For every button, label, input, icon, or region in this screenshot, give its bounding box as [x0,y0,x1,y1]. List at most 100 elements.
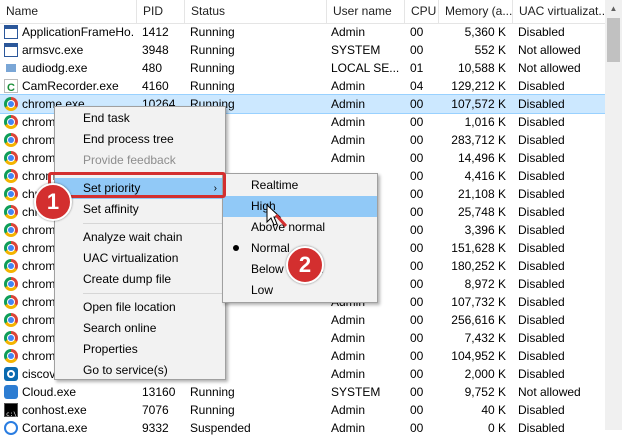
menu-item-set-affinity[interactable]: Set affinity [55,199,225,220]
menu-item-high[interactable]: High [223,196,377,217]
column-header-col-cpu[interactable]: CPU [404,0,438,23]
row-name: conhost.exe [22,403,87,417]
row-uac: Disabled [518,115,565,129]
column-header-col-uac[interactable]: UAC virtualizat... [512,0,605,23]
row-status: Running [190,25,235,39]
menu-item-create-dump-file[interactable]: Create dump file [55,269,225,290]
row-uac: Not allowed [518,385,581,399]
row-cpu: 00 [410,277,424,291]
audio-icon [4,61,18,75]
row-cpu: 00 [410,151,424,165]
row-status: Running [190,385,235,399]
table-row[interactable]: conhost.exe 7076 Running Admin 00 40 K Disable… [0,401,605,424]
row-status: Suspended [190,421,251,435]
row-name: audiodg.exe [22,61,88,75]
row-user: LOCAL SE... [331,61,400,75]
row-memory: 1,016 K [464,115,506,129]
menu-item-label: Analyze wait chain [83,230,183,244]
menu-item-label: Above normal [251,220,326,234]
row-uac: Disabled [518,367,565,381]
row-cpu: 01 [410,61,424,75]
row-user: Admin [331,421,366,435]
column-header-col-name[interactable]: Name [0,0,136,23]
row-cpu: 00 [410,133,424,147]
row-uac: Disabled [518,187,565,201]
row-memory: 9,752 K [464,385,506,399]
menu-item-end-process-tree[interactable]: End process tree [55,129,225,150]
row-memory: 0 K [487,421,506,435]
chrome-icon [4,313,18,327]
chrome-icon [4,241,18,255]
row-pid: 480 [142,61,163,75]
row-uac: Disabled [518,349,565,363]
column-header-col-user[interactable]: User name [326,0,404,23]
row-uac: Disabled [518,97,565,111]
table-row[interactable]: Cortana.exe 9332 Suspended Admin 00 0 K Disabl… [0,419,605,437]
menu-item-realtime[interactable]: Realtime [223,175,377,196]
row-memory: 7,432 K [464,331,506,345]
row-name: armsvc.exe [22,43,84,57]
menu-item-properties[interactable]: Properties [55,339,225,360]
menu-item-uac-virtualization[interactable]: UAC virtualization [55,248,225,269]
row-user: Admin [331,349,366,363]
table-row[interactable]: CamRecorder.exe 4160 Running Admin 04 129,212… [0,77,605,97]
row-uac: Disabled [518,295,565,309]
row-user: Admin [331,151,366,165]
cortana-icon [4,421,18,435]
column-header-col-pid[interactable]: PID [136,0,184,23]
row-uac: Not allowed [518,43,581,57]
scroll-up-arrow-icon[interactable]: ▲ [605,0,622,17]
row-uac: Disabled [518,169,565,183]
table-row[interactable]: Cloud.exe 13160 Running SYSTEM 00 9,752 K Not … [0,383,605,401]
row-pid: 1412 [142,25,169,39]
vertical-scrollbar[interactable]: ▲ [605,0,622,430]
row-status: Running [190,79,235,93]
row-cpu: 04 [410,79,424,93]
row-uac: Disabled [518,259,565,273]
row-memory: 14,496 K [457,151,506,165]
menu-item-above-normal[interactable]: Above normal [223,217,377,238]
row-uac: Disabled [518,205,565,219]
chrome-icon [4,259,18,273]
menu-item-label: Search online [83,321,157,335]
radio-check-icon [233,245,239,251]
row-memory: 129,212 K [451,79,506,93]
menu-item-analyze-wait-chain[interactable]: Analyze wait chain [55,227,225,248]
step-1-badge: 1 [34,183,72,221]
menu-separator [83,223,223,224]
row-uac: Disabled [518,151,565,165]
table-row[interactable]: armsvc.exe 3948 Running SYSTEM 00 552 K Not al… [0,41,605,59]
row-cpu: 00 [410,385,424,399]
table-row[interactable]: ApplicationFrameHo... 1412 Running Admin 00 5… [0,23,605,41]
row-memory: 5,360 K [464,25,506,39]
row-memory: 25,748 K [457,205,506,219]
row-cpu: 00 [410,115,424,129]
menu-item-label: Properties [83,342,138,356]
column-header-col-status[interactable]: Status [184,0,326,23]
row-uac: Disabled [518,79,565,93]
row-user: Admin [331,133,366,147]
chrome-icon [4,277,18,291]
menu-item-end-task[interactable]: End task [55,108,225,129]
menu-item-provide-feedback: Provide feedback [55,150,225,171]
row-user: Admin [331,313,366,327]
row-user: Admin [331,97,366,111]
menu-item-open-file-location[interactable]: Open file location [55,297,225,318]
row-pid: 13160 [142,385,176,399]
step-2-badge: 2 [286,246,324,284]
column-header-col-memory[interactable]: Memory (a... [438,0,512,23]
row-memory: 10,588 K [457,61,506,75]
row-memory: 104,952 K [451,349,506,363]
table-row[interactable]: audiodg.exe 480 Running LOCAL SE... 01 10,588… [0,59,605,77]
row-user: Admin [331,25,366,39]
row-status: Running [190,61,235,75]
row-memory: 40 K [481,403,506,417]
row-cpu: 00 [410,295,424,309]
scroll-thumb[interactable] [607,18,620,62]
row-uac: Disabled [518,25,565,39]
menu-item-go-to-service-s[interactable]: Go to service(s) [55,360,225,381]
row-memory: 283,712 K [451,133,506,147]
row-pid: 3948 [142,43,169,57]
row-memory: 21,108 K [457,187,506,201]
menu-item-search-online[interactable]: Search online [55,318,225,339]
